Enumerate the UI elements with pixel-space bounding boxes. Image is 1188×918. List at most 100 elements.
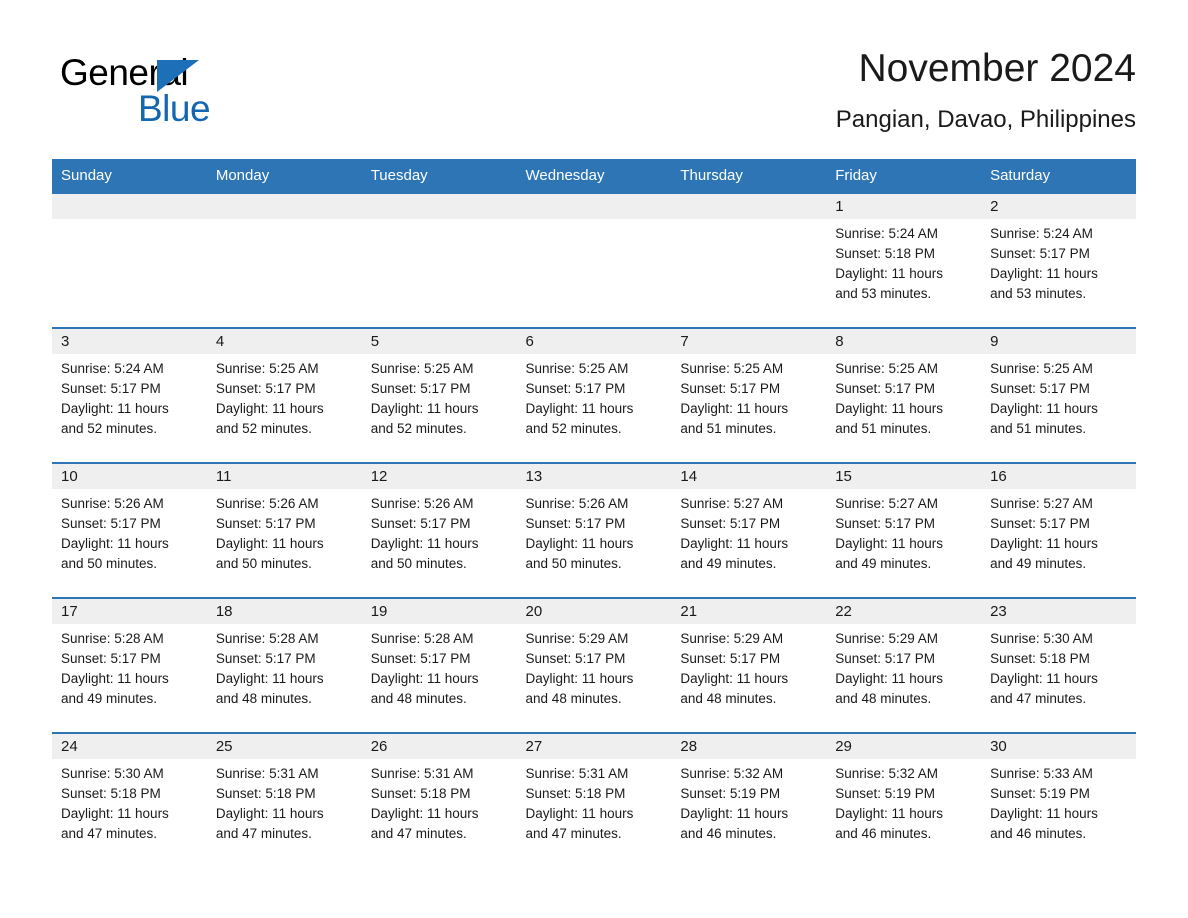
- calendar-day-cell[interactable]: 29 Sunrise: 5:32 AM Sunset: 5:19 PM Dayligh…: [826, 732, 982, 847]
- calendar-body: 1 Sunrise: 5:24 AM Sunset: 5:18 PM Daylight…: [52, 192, 1136, 847]
- daylight-text-line1: Daylight: 11 hours: [835, 806, 944, 821]
- daylight-text-line1: Daylight: 11 hours: [61, 806, 169, 821]
- calendar-day-cell[interactable]: 21 Sunrise: 5:29 AM Sunset: 5:17 PM Dayligh…: [671, 597, 827, 733]
- day-details: Sunrise: 5:24 AM Sunset: 5:17 PM Daylight:…: [981, 219, 1136, 304]
- day-number: 6: [516, 329, 672, 354]
- calendar-day-cell[interactable]: 8 Sunrise: 5:25 AM Sunset: 5:17 PM Daylight…: [826, 327, 982, 463]
- calendar-week-row: 24 Sunrise: 5:30 AM Sunset: 5:18 PM Dayligh…: [52, 732, 1136, 847]
- calendar-day-cell[interactable]: 23 Sunrise: 5:30 AM Sunset: 5:18 PM Dayligh…: [981, 597, 1136, 733]
- calendar-header-row: Sunday Monday Tuesday Wednesday Thursday…: [52, 159, 1136, 193]
- daylight-text-line1: Daylight: 11 hours: [370, 671, 479, 686]
- calendar-day-cell[interactable]: 20 Sunrise: 5:29 AM Sunset: 5:17 PM Dayligh…: [516, 597, 672, 733]
- daylight-text-line1: Daylight: 11 hours: [835, 266, 944, 281]
- day-details: Sunrise: 5:30 AM Sunset: 5:18 PM Daylight:…: [52, 759, 207, 844]
- daylight-text-line2: and 53 minutes.: [990, 286, 1087, 301]
- day-details: Sunrise: 5:25 AM Sunset: 5:17 PM Daylight:…: [362, 354, 517, 439]
- sunset-text: Sunset: 5:17 PM: [525, 516, 626, 531]
- sunrise-text: Sunrise: 5:31 AM: [370, 766, 474, 781]
- daylight-text-line1: Daylight: 11 hours: [835, 401, 944, 416]
- sunset-text: Sunset: 5:17 PM: [61, 651, 161, 666]
- sunrise-text: Sunrise: 5:25 AM: [525, 361, 629, 376]
- calendar-week-row: 1 Sunrise: 5:24 AM Sunset: 5:18 PM Daylight…: [52, 192, 1136, 328]
- calendar-day-cell[interactable]: 3 Sunrise: 5:24 AM Sunset: 5:17 PM Daylight…: [52, 327, 207, 463]
- calendar-day-cell[interactable]: 27 Sunrise: 5:31 AM Sunset: 5:18 PM Dayligh…: [516, 732, 672, 847]
- daylight-text-line1: Daylight: 11 hours: [215, 401, 324, 416]
- calendar-day-cell[interactable]: 9 Sunrise: 5:25 AM Sunset: 5:17 PM Daylight…: [981, 327, 1136, 463]
- sunset-text: Sunset: 5:19 PM: [835, 786, 936, 801]
- calendar-day-cell[interactable]: 22 Sunrise: 5:29 AM Sunset: 5:17 PM Dayligh…: [826, 597, 982, 733]
- calendar-day-cell[interactable]: 1 Sunrise: 5:24 AM Sunset: 5:18 PM Daylight…: [826, 192, 982, 328]
- calendar-day-cell[interactable]: 7 Sunrise: 5:25 AM Sunset: 5:17 PM Daylight…: [671, 327, 827, 463]
- sunrise-text: Sunrise: 5:26 AM: [525, 496, 629, 511]
- daylight-text-line2: and 52 minutes.: [525, 421, 622, 436]
- calendar-day-cell[interactable]: 4 Sunrise: 5:25 AM Sunset: 5:17 PM Daylight…: [206, 327, 362, 463]
- sunset-text: Sunset: 5:17 PM: [990, 516, 1090, 531]
- calendar-day-cell[interactable]: 18 Sunrise: 5:28 AM Sunset: 5:17 PM Dayligh…: [206, 597, 362, 733]
- calendar-day-cell[interactable]: 16 Sunrise: 5:27 AM Sunset: 5:17 PM Dayligh…: [981, 462, 1136, 598]
- calendar-day-cell[interactable]: 12 Sunrise: 5:26 AM Sunset: 5:17 PM Dayligh…: [361, 462, 517, 598]
- calendar-week-row: 3 Sunrise: 5:24 AM Sunset: 5:17 PM Daylight…: [52, 327, 1136, 463]
- calendar-day-cell[interactable]: 14 Sunrise: 5:27 AM Sunset: 5:17 PM Dayligh…: [671, 462, 827, 598]
- sunset-text: Sunset: 5:17 PM: [215, 651, 316, 666]
- daylight-text-line1: Daylight: 11 hours: [370, 401, 479, 416]
- calendar-day-cell[interactable]: 25 Sunrise: 5:31 AM Sunset: 5:18 PM Dayligh…: [206, 732, 362, 847]
- daylight-text-line2: and 51 minutes.: [990, 421, 1087, 436]
- weekday-header-friday: Friday: [826, 159, 982, 193]
- calendar-day-cell[interactable]: 26 Sunrise: 5:31 AM Sunset: 5:18 PM Dayligh…: [361, 732, 517, 847]
- calendar-day-cell[interactable]: 11 Sunrise: 5:26 AM Sunset: 5:17 PM Dayligh…: [206, 462, 362, 598]
- sunrise-text: Sunrise: 5:27 AM: [990, 496, 1093, 511]
- daylight-text-line2: and 50 minutes.: [525, 556, 622, 571]
- day-number: 9: [981, 329, 1136, 354]
- calendar-day-cell[interactable]: 13 Sunrise: 5:26 AM Sunset: 5:17 PM Dayligh…: [516, 462, 672, 598]
- sunset-text: Sunset: 5:17 PM: [680, 651, 781, 666]
- sunset-text: Sunset: 5:17 PM: [61, 381, 161, 396]
- day-details: Sunrise: 5:25 AM Sunset: 5:17 PM Daylight:…: [981, 354, 1136, 439]
- day-number: 29: [826, 734, 982, 759]
- generalblue-logo[interactable]: General Blue: [60, 52, 290, 130]
- day-number: [52, 194, 207, 219]
- calendar-day-cell[interactable]: 17 Sunrise: 5:28 AM Sunset: 5:17 PM Dayligh…: [52, 597, 207, 733]
- calendar-day-cell[interactable]: 19 Sunrise: 5:28 AM Sunset: 5:17 PM Dayligh…: [361, 597, 517, 733]
- calendar-day-cell[interactable]: 10 Sunrise: 5:26 AM Sunset: 5:17 PM Dayligh…: [52, 462, 207, 598]
- calendar-day-cell[interactable]: 2 Sunrise: 5:24 AM Sunset: 5:17 PM Daylight…: [981, 192, 1136, 328]
- sunset-text: Sunset: 5:17 PM: [835, 381, 936, 396]
- day-number: 18: [206, 599, 362, 624]
- daylight-text-line2: and 52 minutes.: [370, 421, 467, 436]
- sunrise-text: Sunrise: 5:33 AM: [990, 766, 1093, 781]
- sunrise-text: Sunrise: 5:29 AM: [525, 631, 629, 646]
- calendar-day-cell[interactable]: 6 Sunrise: 5:25 AM Sunset: 5:17 PM Daylight…: [516, 327, 672, 463]
- daylight-text-line2: and 46 minutes.: [835, 826, 932, 841]
- calendar-cell-empty: [52, 192, 207, 328]
- day-number: 1: [826, 194, 982, 219]
- calendar-day-cell[interactable]: 24 Sunrise: 5:30 AM Sunset: 5:18 PM Dayligh…: [52, 732, 207, 847]
- calendar-day-cell[interactable]: 15 Sunrise: 5:27 AM Sunset: 5:17 PM Dayligh…: [826, 462, 982, 598]
- calendar-day-cell[interactable]: 30 Sunrise: 5:33 AM Sunset: 5:19 PM Dayligh…: [981, 732, 1136, 847]
- day-number: 24: [52, 734, 207, 759]
- sunset-text: Sunset: 5:17 PM: [370, 381, 471, 396]
- daylight-text-line2: and 48 minutes.: [525, 691, 622, 706]
- day-number: 16: [981, 464, 1136, 489]
- daylight-text-line2: and 50 minutes.: [370, 556, 467, 571]
- daylight-text-line1: Daylight: 11 hours: [990, 671, 1098, 686]
- day-number: 14: [671, 464, 827, 489]
- day-number: 12: [361, 464, 517, 489]
- day-details: Sunrise: 5:31 AM Sunset: 5:18 PM Daylight:…: [517, 759, 672, 844]
- daylight-text-line2: and 47 minutes.: [370, 826, 467, 841]
- day-details: Sunrise: 5:29 AM Sunset: 5:17 PM Daylight:…: [826, 624, 981, 709]
- sunrise-text: Sunrise: 5:32 AM: [680, 766, 784, 781]
- sunrise-text: Sunrise: 5:30 AM: [61, 766, 164, 781]
- day-details: Sunrise: 5:27 AM Sunset: 5:17 PM Daylight:…: [826, 489, 981, 574]
- daylight-text-line2: and 50 minutes.: [215, 556, 312, 571]
- daylight-text-line2: and 53 minutes.: [835, 286, 932, 301]
- daylight-text-line2: and 46 minutes.: [990, 826, 1087, 841]
- day-details: Sunrise: 5:33 AM Sunset: 5:19 PM Daylight:…: [981, 759, 1136, 844]
- daylight-text-line1: Daylight: 11 hours: [835, 536, 944, 551]
- calendar-cell-empty: [516, 192, 672, 328]
- day-number: 15: [826, 464, 982, 489]
- sunrise-text: Sunrise: 5:25 AM: [835, 361, 939, 376]
- calendar-day-cell[interactable]: 5 Sunrise: 5:25 AM Sunset: 5:17 PM Daylight…: [361, 327, 517, 463]
- day-details: Sunrise: 5:25 AM Sunset: 5:17 PM Daylight:…: [826, 354, 981, 439]
- sunset-text: Sunset: 5:17 PM: [525, 651, 626, 666]
- weekday-header-monday: Monday: [206, 159, 362, 193]
- calendar-day-cell[interactable]: 28 Sunrise: 5:32 AM Sunset: 5:19 PM Dayligh…: [671, 732, 827, 847]
